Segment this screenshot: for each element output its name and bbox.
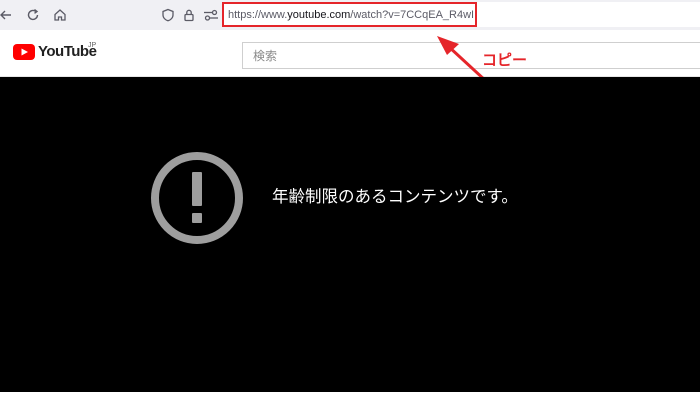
region-code: JP bbox=[88, 42, 97, 49]
tracking-protection-button[interactable] bbox=[158, 5, 178, 25]
reload-button[interactable] bbox=[23, 5, 43, 25]
reload-icon bbox=[27, 8, 39, 21]
permissions-icon bbox=[204, 9, 218, 21]
youtube-play-icon bbox=[13, 43, 35, 60]
search-input[interactable] bbox=[242, 42, 700, 69]
age-restriction-message: 年齢制限のあるコンテンツです。 bbox=[272, 187, 518, 206]
shield-icon bbox=[162, 8, 174, 22]
permissions-button[interactable] bbox=[201, 5, 221, 25]
back-button[interactable] bbox=[0, 5, 16, 25]
alert-circle-icon bbox=[151, 152, 243, 244]
youtube-header: YouTube JP bbox=[0, 30, 700, 77]
annotation-label: コピー bbox=[482, 51, 528, 69]
toolbar-empty-area bbox=[477, 2, 700, 27]
video-player[interactable]: 年齢制限のあるコンテンツです。 bbox=[0, 77, 700, 392]
youtube-logo[interactable]: YouTube bbox=[13, 43, 97, 60]
url-prefix: https://www. bbox=[228, 8, 288, 21]
url-host: youtube.com bbox=[287, 8, 351, 21]
lock-icon bbox=[184, 9, 194, 22]
url-path: /watch?v=7CCqEA_R4wI bbox=[350, 8, 475, 21]
home-button[interactable] bbox=[50, 5, 70, 25]
page-bottom-strip bbox=[0, 392, 700, 399]
address-bar[interactable]: https://www. youtube.com/watch?v=7CCqEA_R… bbox=[222, 2, 477, 27]
back-arrow-icon bbox=[0, 10, 11, 20]
home-icon bbox=[54, 9, 66, 21]
browser-toolbar: https://www. youtube.com/watch?v=7CCqEA_R… bbox=[0, 0, 700, 30]
site-security-button[interactable] bbox=[179, 5, 199, 25]
